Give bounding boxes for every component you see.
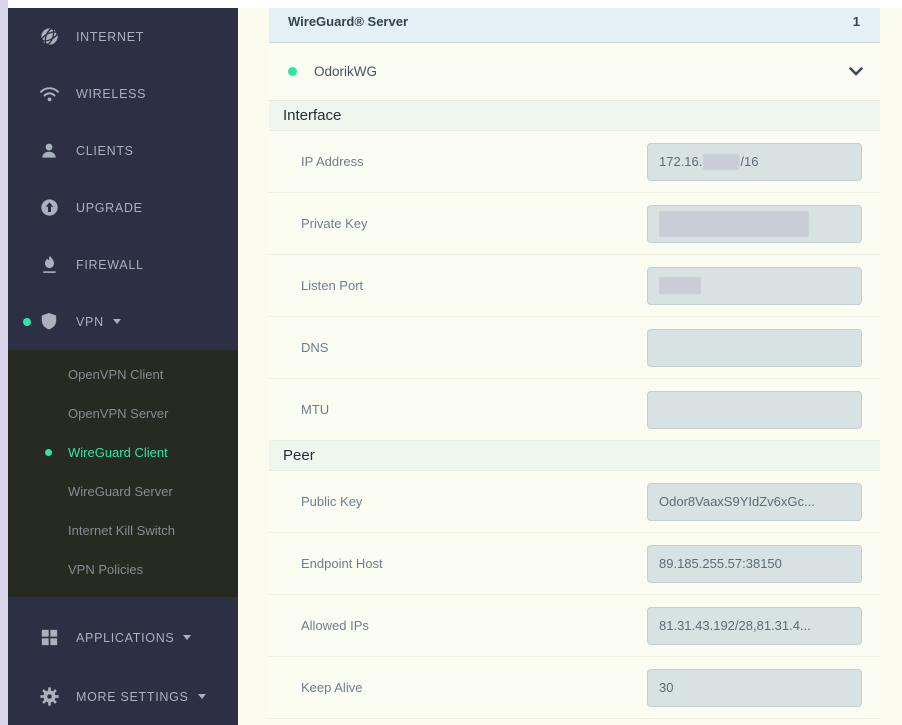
field-row-dns: DNS	[269, 317, 880, 379]
vpn-submenu: OpenVPN Client OpenVPN Server WireGuard …	[8, 350, 238, 597]
gear-icon	[38, 687, 60, 706]
grid-icon	[38, 629, 60, 646]
sidebar-nav-bottom: APPLICATIONS MORE SETTINGS	[8, 597, 238, 725]
section-header-interface: Interface	[269, 101, 880, 131]
submenu-item-label: WireGuard Server	[68, 484, 173, 499]
field-row-ip-address: IP Address 172.16. /16	[269, 131, 880, 193]
submenu-item-label: WireGuard Client	[68, 445, 168, 460]
field-value: 89.185.255.57:38150	[659, 556, 782, 571]
keep-alive-input[interactable]: 30	[647, 669, 862, 707]
sidebar-item-label: FIREWALL	[76, 258, 144, 272]
sidebar-item-applications[interactable]: APPLICATIONS	[8, 608, 238, 667]
field-label: Public Key	[301, 494, 362, 509]
sidebar-nav: INTERNET WIRELESS CLIENTS UPGRADE FIREWA…	[8, 8, 238, 350]
page-title: WireGuard® Server	[288, 14, 408, 42]
field-row-private-key: Private Key	[269, 193, 880, 255]
field-value: Odor8VaaxS9YIdZv6xGc...	[659, 494, 815, 509]
sidebar-item-wireless[interactable]: WIRELESS	[8, 65, 238, 122]
vpn-connected-dot	[23, 318, 31, 326]
ip-address-input[interactable]: 172.16. /16	[647, 143, 862, 181]
chevron-down-icon	[113, 319, 121, 324]
section-title: Interface	[283, 107, 341, 124]
redaction-blur	[659, 277, 701, 294]
globe-icon	[38, 27, 60, 46]
active-item-dot	[45, 449, 52, 456]
endpoint-host-input[interactable]: 89.185.255.57:38150	[647, 545, 862, 583]
sidebar-item-label: WIRELESS	[76, 87, 146, 101]
submenu-item-wireguard-server[interactable]: WireGuard Server	[8, 472, 238, 511]
field-row-endpoint-host: Endpoint Host 89.185.255.57:38150	[269, 533, 880, 595]
sidebar-item-more-settings[interactable]: MORE SETTINGS	[8, 667, 238, 725]
wifi-icon	[38, 85, 60, 102]
sidebar-item-upgrade[interactable]: UPGRADE	[8, 179, 238, 236]
field-label: Private Key	[301, 216, 367, 231]
listen-port-input[interactable]	[647, 267, 862, 305]
sidebar-item-label: VPN	[76, 315, 104, 329]
field-label: Keep Alive	[301, 680, 362, 695]
submenu-item-wireguard-client[interactable]: WireGuard Client	[8, 433, 238, 472]
field-value: 81.31.43.192/28,81.31.4...	[659, 618, 811, 633]
chevron-down-icon	[198, 694, 206, 699]
submenu-item-label: Internet Kill Switch	[68, 523, 175, 538]
user-icon	[38, 142, 60, 160]
window-top-strip	[8, 0, 902, 8]
sidebar-item-label: INTERNET	[76, 30, 144, 44]
field-label: IP Address	[301, 154, 364, 169]
upgrade-icon	[38, 198, 60, 217]
sidebar-item-clients[interactable]: CLIENTS	[8, 122, 238, 179]
firewall-icon	[38, 255, 60, 274]
section-header-peer: Peer	[269, 441, 880, 471]
field-label: DNS	[301, 340, 328, 355]
field-row-mtu: MTU	[269, 379, 880, 441]
status-dot	[288, 67, 297, 76]
field-row-keep-alive: Keep Alive 30	[269, 657, 880, 719]
field-value: 30	[659, 680, 673, 695]
field-label: MTU	[301, 402, 329, 417]
submenu-item-internet-kill-switch[interactable]: Internet Kill Switch	[8, 511, 238, 550]
field-label: Allowed IPs	[301, 618, 369, 633]
chevron-down-icon[interactable]	[849, 67, 863, 76]
sidebar-item-label: CLIENTS	[76, 144, 134, 158]
wireguard-server-panel: WireGuard® Server 1 OdorikWG Interface I…	[269, 8, 880, 719]
submenu-item-openvpn-client[interactable]: OpenVPN Client	[8, 355, 238, 394]
private-key-input[interactable]	[647, 205, 862, 243]
field-row-allowed-ips: Allowed IPs 81.31.43.192/28,81.31.4...	[269, 595, 880, 657]
sidebar-item-firewall[interactable]: FIREWALL	[8, 236, 238, 293]
server-count: 1	[853, 14, 860, 42]
dns-input[interactable]	[647, 329, 862, 367]
server-row-odorikwg[interactable]: OdorikWG	[269, 43, 880, 101]
window-left-strip	[0, 0, 8, 725]
field-row-public-key: Public Key Odor8VaaxS9YIdZv6xGc...	[269, 471, 880, 533]
submenu-item-label: OpenVPN Server	[68, 406, 168, 421]
shield-icon	[38, 312, 60, 331]
redaction-blur	[659, 211, 809, 237]
chevron-down-icon	[183, 635, 191, 640]
submenu-item-label: VPN Policies	[68, 562, 143, 577]
redaction-blur	[703, 154, 739, 170]
submenu-item-openvpn-server[interactable]: OpenVPN Server	[8, 394, 238, 433]
panel-header: WireGuard® Server 1	[269, 8, 880, 43]
field-row-listen-port: Listen Port	[269, 255, 880, 317]
allowed-ips-input[interactable]: 81.31.43.192/28,81.31.4...	[647, 607, 862, 645]
value-prefix: 172.16.	[659, 154, 702, 169]
sidebar-item-label: MORE SETTINGS	[76, 690, 189, 704]
field-label: Endpoint Host	[301, 556, 383, 571]
sidebar-item-internet[interactable]: INTERNET	[8, 8, 238, 65]
submenu-item-vpn-policies[interactable]: VPN Policies	[8, 550, 238, 589]
sidebar-item-label: APPLICATIONS	[76, 631, 174, 645]
value-suffix: /16	[740, 154, 758, 169]
field-label: Listen Port	[301, 278, 363, 293]
sidebar: INTERNET WIRELESS CLIENTS UPGRADE FIREWA…	[8, 8, 238, 725]
sidebar-item-vpn[interactable]: VPN	[8, 293, 238, 350]
sidebar-item-label: UPGRADE	[76, 201, 143, 215]
submenu-item-label: OpenVPN Client	[68, 367, 163, 382]
server-name: OdorikWG	[314, 64, 377, 79]
section-title: Peer	[283, 447, 315, 464]
mtu-input[interactable]	[647, 391, 862, 429]
public-key-input[interactable]: Odor8VaaxS9YIdZv6xGc...	[647, 483, 862, 521]
